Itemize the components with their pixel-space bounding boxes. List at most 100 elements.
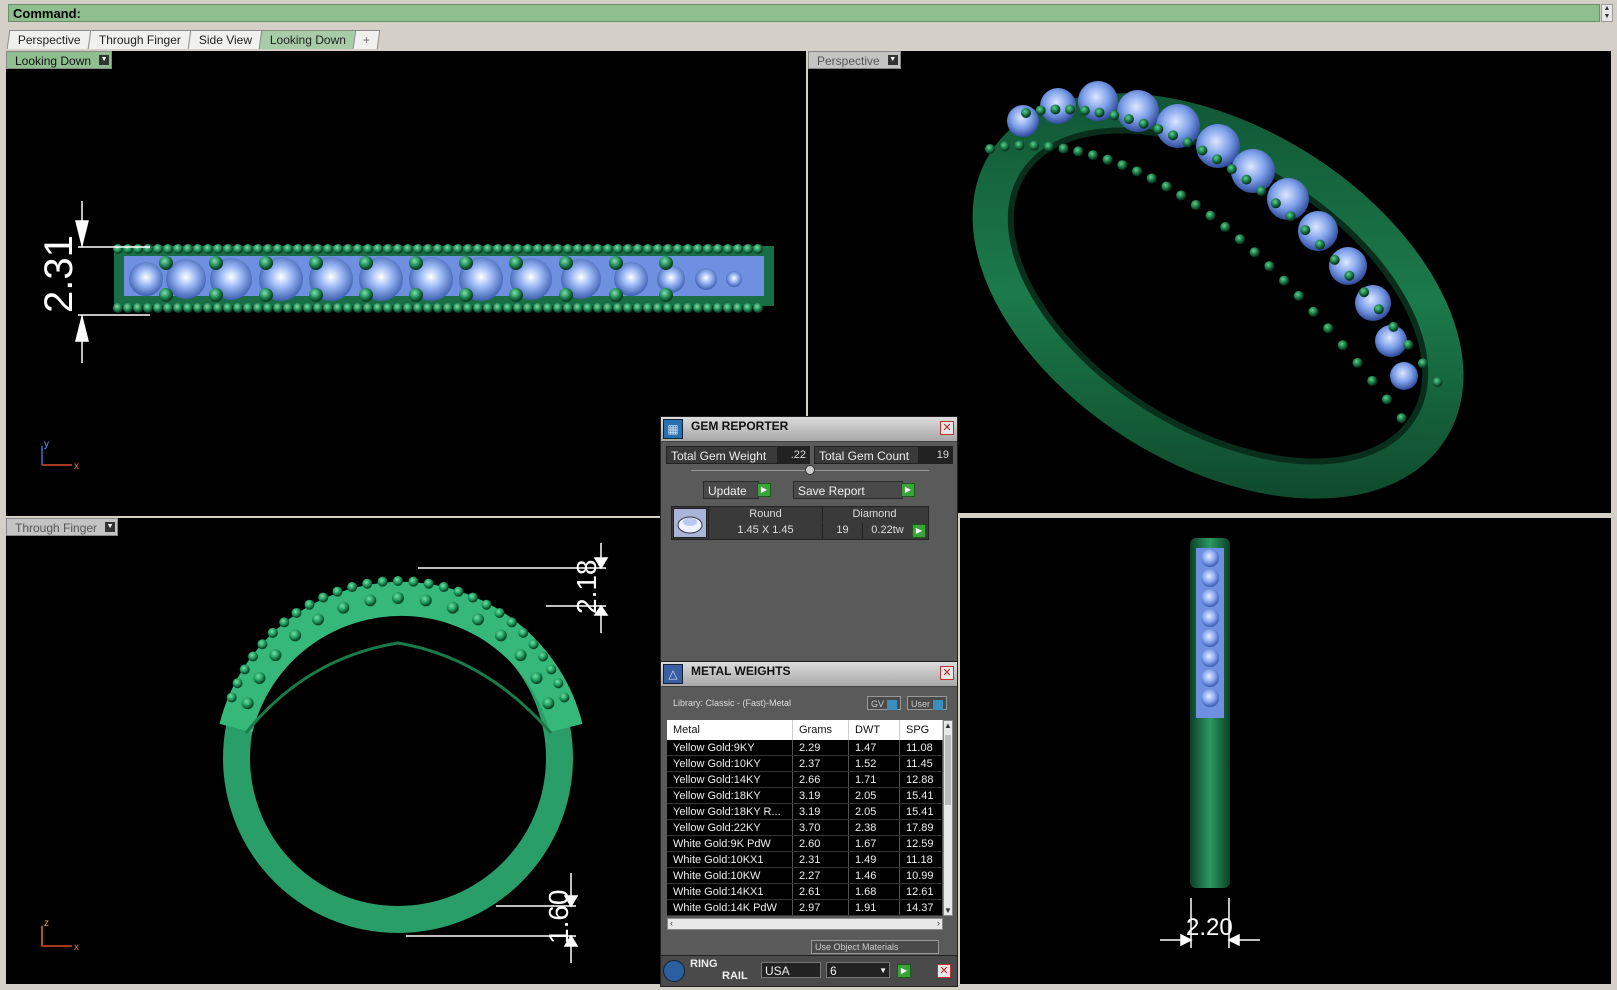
tab-through-finger[interactable]: Through Finger: [87, 30, 193, 49]
bead: [303, 244, 313, 254]
bead: [123, 244, 133, 254]
bead: [443, 244, 453, 254]
chevron-up-icon[interactable]: ▲: [944, 721, 952, 730]
update-go-icon[interactable]: ▶: [757, 483, 771, 497]
region-field[interactable]: USA: [761, 962, 821, 978]
gem-size: 1.45 X 1.45: [708, 523, 822, 538]
table-row[interactable]: White Gold:10KW 2.27 1.46 10.99: [667, 867, 943, 884]
bead: [609, 288, 623, 302]
table-row[interactable]: Yellow Gold:10KY 2.37 1.52 11.45: [667, 755, 943, 772]
column-header[interactable]: Grams: [792, 720, 849, 740]
bead: [1043, 141, 1054, 152]
chevron-right-icon[interactable]: ›: [937, 918, 940, 928]
save-report-go-icon[interactable]: ▶: [901, 483, 915, 497]
metal-weights-header[interactable]: △ METAL WEIGHTS ✕: [661, 662, 957, 687]
bead: [248, 651, 259, 662]
add-tab-button[interactable]: +: [352, 30, 381, 49]
bead: [318, 592, 329, 603]
ring-rail-go-icon[interactable]: ▶: [897, 964, 911, 978]
gem-weight: 0.22tw: [862, 523, 912, 538]
bead: [203, 244, 213, 254]
scroll-thumb[interactable]: [945, 735, 951, 805]
table-cell: 2.31: [792, 851, 849, 868]
table-cell: 2.05: [848, 803, 900, 820]
bead: [209, 288, 223, 302]
tab-looking-down[interactable]: Looking Down: [258, 30, 358, 49]
close-icon[interactable]: ✕: [937, 964, 951, 978]
bead: [653, 303, 663, 313]
table-cell: White Gold:9K PdW: [667, 835, 793, 852]
viewport-label[interactable]: Through Finger ▼: [6, 518, 119, 536]
bead: [1153, 124, 1164, 135]
gem-list-row[interactable]: Round Diamond 1.45 X 1.45 19 0.22tw ▶: [671, 506, 929, 540]
column-header[interactable]: DWT: [848, 720, 900, 740]
table-cell: 12.88: [899, 771, 943, 788]
bead: [363, 303, 373, 313]
chevron-left-icon[interactable]: ‹: [670, 918, 673, 928]
bead: [546, 664, 557, 675]
bead: [423, 244, 433, 254]
bead: [143, 244, 153, 254]
table-row[interactable]: Yellow Gold:18KY R... 3.19 2.05 15.41: [667, 803, 943, 820]
user-toggle[interactable]: User: [907, 696, 948, 710]
bead: [494, 629, 507, 642]
bead: [1388, 321, 1399, 332]
bead: [1094, 107, 1105, 118]
chevron-down-icon[interactable]: ▼: [105, 522, 116, 532]
viewport-side-view[interactable]: 2.20: [960, 518, 1611, 984]
save-report-button[interactable]: Save Report: [793, 481, 903, 499]
gem-go-icon[interactable]: ▶: [912, 524, 926, 538]
bead: [419, 594, 432, 607]
table-row[interactable]: Yellow Gold:18KY 3.19 2.05 15.41: [667, 787, 943, 804]
splitter-handle-icon[interactable]: [805, 465, 815, 475]
viewport-label[interactable]: Perspective ▼: [808, 51, 901, 69]
table-cell: Yellow Gold:18KY: [667, 787, 793, 804]
bead: [393, 303, 403, 313]
close-icon[interactable]: ✕: [940, 666, 954, 680]
bead: [553, 244, 563, 254]
table-row[interactable]: Yellow Gold:9KY 2.29 1.47 11.08: [667, 740, 943, 756]
table-cell: 2.29: [792, 740, 849, 756]
bead: [659, 256, 673, 270]
table-row[interactable]: White Gold:14KX1 2.61 1.68 12.61: [667, 883, 943, 900]
column-header[interactable]: Metal: [667, 720, 793, 740]
viewport-through-finger[interactable]: Through Finger ▼ 2.18 1.60 z x: [6, 518, 660, 984]
bead: [1058, 143, 1069, 154]
chevron-down-icon[interactable]: ▼: [887, 55, 898, 65]
tab-side-view[interactable]: Side View: [187, 30, 264, 49]
bead: [333, 244, 343, 254]
bead: [263, 303, 273, 313]
table-row[interactable]: Yellow Gold:14KY 2.66 1.71 12.88: [667, 771, 943, 788]
column-header[interactable]: SPG: [899, 720, 943, 740]
gv-toggle[interactable]: GV: [867, 696, 902, 710]
table-row[interactable]: White Gold:10KX1 2.31 1.49 11.18: [667, 851, 943, 868]
tab-perspective[interactable]: Perspective: [6, 30, 93, 49]
chevron-down-icon[interactable]: ▼: [879, 963, 887, 979]
chevron-down-icon[interactable]: ▼: [944, 906, 952, 915]
table-row[interactable]: White Gold:9K PdW 2.60 1.67 12.59: [667, 835, 943, 852]
bead: [243, 244, 253, 254]
table-row[interactable]: Yellow Gold:22KY 3.70 2.38 17.89: [667, 819, 943, 836]
gem-thumbnail-icon: [673, 508, 707, 538]
bead: [1161, 181, 1172, 192]
close-icon[interactable]: ✕: [940, 421, 954, 435]
command-scroll[interactable]: ▲ ▼: [1601, 4, 1613, 22]
bead: [1367, 375, 1378, 386]
table-cell: 2.60: [792, 835, 849, 852]
bead: [1279, 275, 1289, 286]
bead: [269, 649, 282, 662]
table-row[interactable]: White Gold:14K PdW 2.97 1.91 14.37: [667, 899, 943, 916]
chevron-down-icon[interactable]: ▼: [99, 55, 110, 65]
bead: [113, 244, 123, 254]
vertical-scrollbar[interactable]: ▲ ▼: [943, 720, 953, 916]
use-object-materials-toggle[interactable]: Use Object Materials: [811, 940, 939, 954]
bead: [753, 303, 763, 313]
bead: [363, 244, 373, 254]
update-button[interactable]: Update: [703, 481, 759, 499]
ring-size-select[interactable]: 6 ▼: [826, 962, 890, 978]
ring-rail-title: RING RAIL: [690, 958, 748, 982]
viewport-label[interactable]: Looking Down ▼: [6, 51, 113, 69]
command-bar[interactable]: Command: ▲ ▼: [8, 4, 1613, 22]
gem-reporter-header[interactable]: ▦ GEM REPORTER ✕: [661, 417, 957, 442]
horizontal-scrollbar[interactable]: ‹ ›: [667, 918, 943, 930]
